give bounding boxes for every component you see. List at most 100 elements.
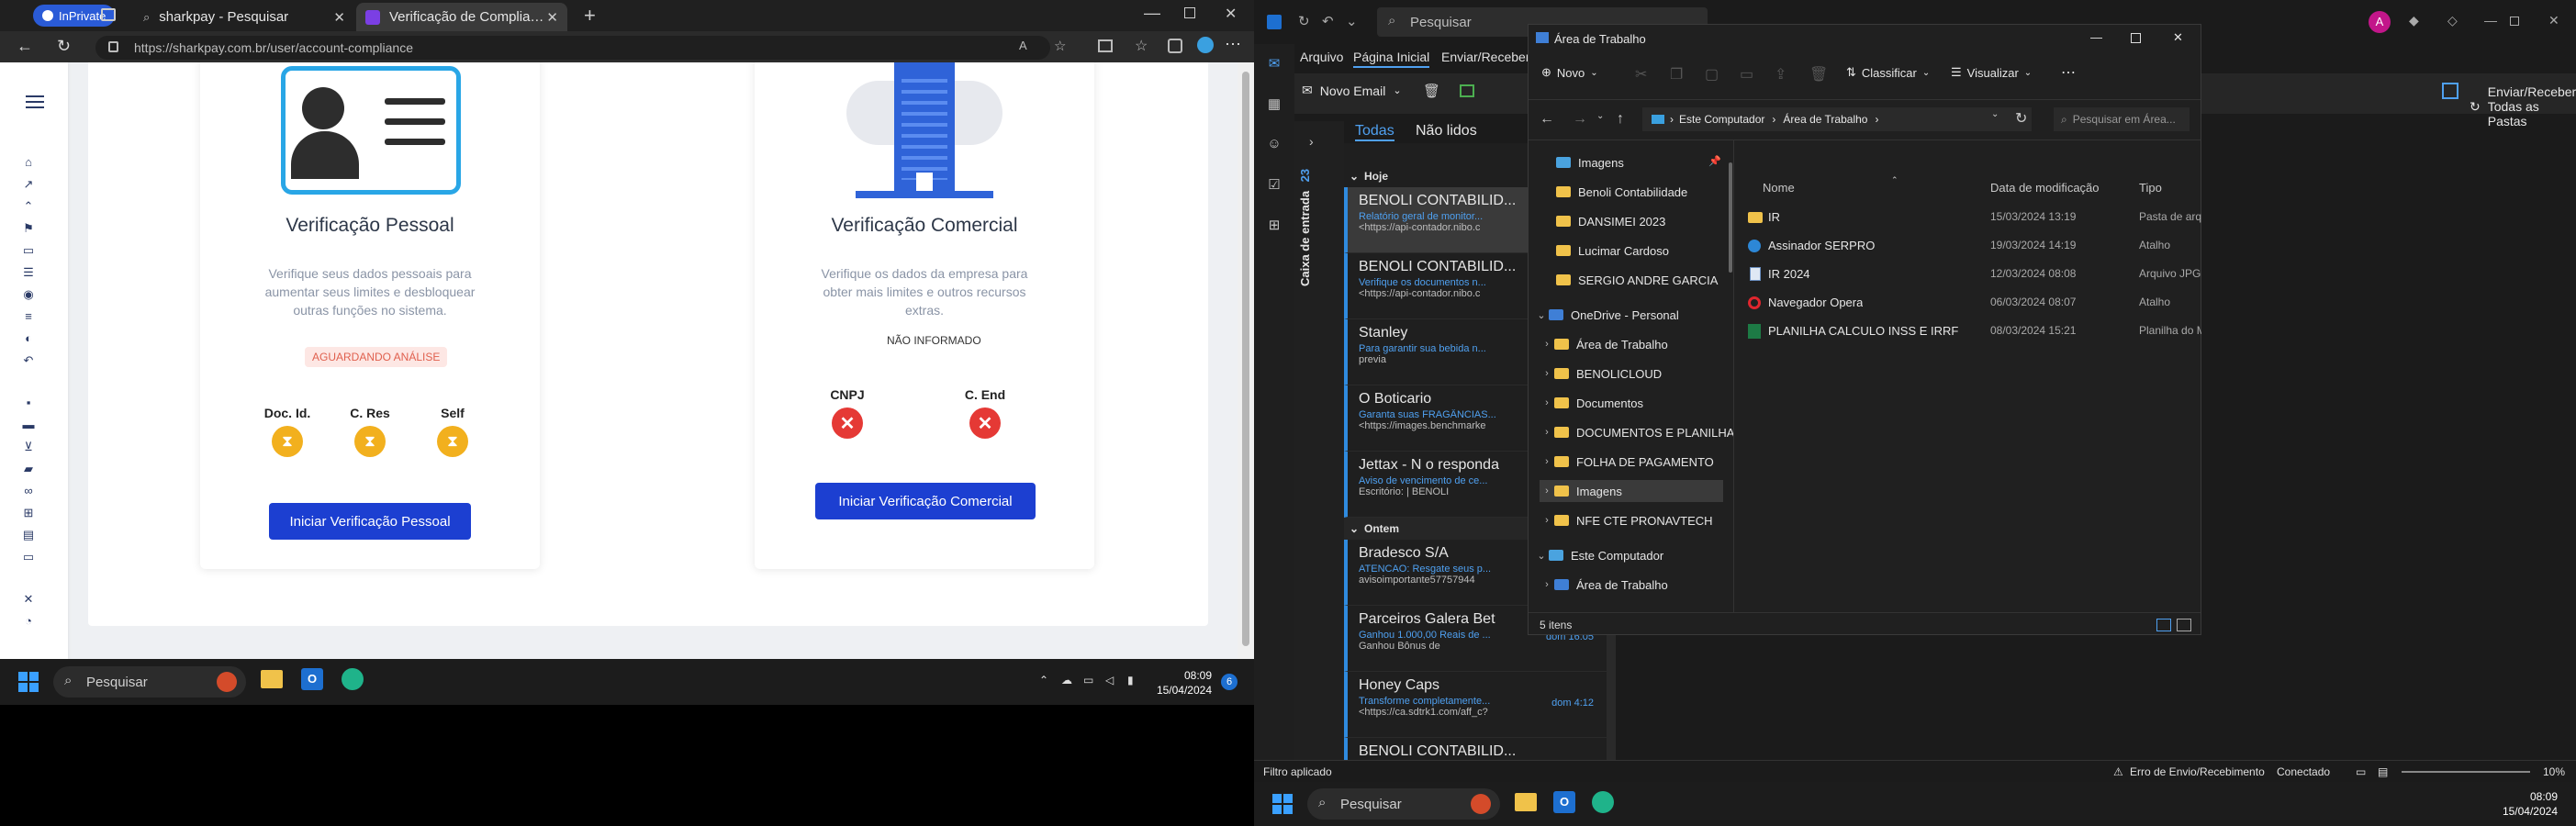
details-view-icon[interactable] [2156,619,2171,631]
globe-icon[interactable]: ◉ [20,286,37,303]
tab-arquivo[interactable]: Arquivo [1300,50,1343,64]
minimize-button[interactable]: — [2090,30,2102,44]
paste-icon[interactable]: ▢ [1705,65,1719,84]
tools-icon[interactable]: ✕ [20,591,37,608]
tree-item[interactable]: › Área de Trabalho [1540,574,1668,596]
column-header-name[interactable]: Nome [1763,181,1795,195]
tree-item[interactable]: SERGIO ANDRE GARCIA [1556,269,1718,291]
store-icon[interactable]: ▬ [20,417,37,433]
tree-item[interactable]: › BENOLICLOUD [1540,363,1662,385]
tab-actions-icon[interactable] [101,8,116,21]
diamond-icon[interactable]: ◆ [2409,13,2419,28]
up-arrow-icon[interactable]: ↑ [1617,111,1624,128]
tab-pagina-inicial[interactable]: Página Inicial [1353,50,1430,68]
copilot-icon[interactable] [1197,37,1214,53]
filter-nao-lidos[interactable]: Não lidos [1416,123,1477,140]
chart-icon[interactable]: ↗ [20,176,37,193]
tree-item[interactable]: Lucimar Cardoso [1556,240,1669,262]
maximize-button[interactable] [1184,7,1195,18]
windows-start-icon[interactable] [1272,794,1293,814]
tree-item[interactable]: Imagens [1556,151,1624,173]
avatar[interactable]: A [2369,11,2391,33]
card-icon[interactable]: ▭ [20,242,37,259]
file-explorer-icon[interactable] [1515,793,1537,811]
send-receive-error[interactable]: Erro de Envio/Recebimento [2130,765,2265,778]
tree-item[interactable]: › DOCUMENTOS E PLANILHAS [1540,421,1733,443]
cloud-icon[interactable]: ☁ [1061,674,1072,686]
copy-icon[interactable]: ❐ [1670,65,1683,84]
pin-icon[interactable]: 📌 [1708,155,1721,167]
outlook-icon[interactable]: O [1553,791,1575,813]
view-normal-icon[interactable]: ▭ [2356,765,2366,778]
expand-chevron-icon[interactable]: › [1309,134,1314,149]
close-icon[interactable]: ✕ [546,9,558,26]
gift-icon[interactable]: ⊞ [20,505,37,521]
battery-icon[interactable]: ▮ [1127,674,1134,686]
start-personal-verification-button[interactable]: Iniciar Verificação Pessoal [269,503,471,540]
wallet-icon[interactable]: ▤ [20,527,37,543]
link-icon[interactable]: ∞ [20,483,37,499]
zoom-slider[interactable] [2402,771,2530,773]
rename-icon[interactable]: ▭ [1740,65,1753,84]
table-row[interactable]: PLANILHA CALCULO INSS E IRRF 08/03/2024 … [1748,318,2201,344]
archive-icon[interactable] [1460,84,1474,97]
delete-icon[interactable]: 🗑 [1809,65,1828,84]
network-icon[interactable]: ▭ [1083,674,1093,686]
back-arrow-icon[interactable]: ← [1540,111,1554,128]
volume-icon[interactable]: ◁ [1105,674,1114,686]
tree-item[interactable]: › Documentos [1540,392,1643,414]
filter-todas[interactable]: Todas [1355,123,1394,141]
refresh-icon[interactable]: ↻ [2015,109,2027,128]
apps-icon[interactable]: ⊞ [1265,217,1283,235]
outlook-icon[interactable]: O [301,668,323,690]
database-icon[interactable]: ≡ [20,308,37,325]
gem-icon[interactable]: ◇ [2447,13,2458,28]
tree-item[interactable]: › FOLHA DE PAGAMENTO [1540,451,1714,473]
explorer-search-input[interactable]: ⌕ Pesquisar em Área... [2054,107,2190,131]
tray-chevron-icon[interactable]: ⌃ [1039,674,1048,686]
layout-icon[interactable] [2442,83,2458,99]
close-window-button[interactable]: ✕ [2548,13,2559,28]
column-header-type[interactable]: Tipo [2139,181,2162,195]
breadcrumb-item[interactable]: Este Computador [1679,113,1764,126]
tiles-view-icon[interactable] [2177,619,2191,631]
taskbar-clock[interactable]: 08:09 15/04/2024 [2493,789,2558,819]
undo-icon[interactable]: ↶ [20,352,37,369]
url-field[interactable]: https://sharkpay.com.br/user/account-com… [95,36,1050,60]
back-arrow-icon[interactable]: ← [17,37,33,56]
cut-icon[interactable]: ✂ [1635,65,1647,84]
tree-scrollbar[interactable] [1729,162,1732,273]
minimize-button[interactable]: — [1144,4,1160,23]
table-row[interactable]: IR 2024 12/03/2024 08:08 Arquivo JPG [1748,262,2201,287]
sync-icon[interactable]: ↻ [1298,13,1310,29]
folder-label[interactable]: Caixa de entrada 23 [1298,169,1312,286]
send-receive-all-button[interactable]: ↻ Enviar/Receber Todas as Pastas [2470,84,2576,128]
split-screen-icon[interactable] [1098,39,1113,52]
list-item[interactable]: Honey Caps Transforme completamente... <… [1344,672,1607,738]
maximize-button[interactable] [2131,33,2141,43]
collections-icon[interactable] [1168,39,1182,53]
page-scrollbar[interactable] [1238,62,1254,659]
tab-sharkpay-search[interactable]: ⌕ sharkpay - Pesquisar ✕ [134,3,354,31]
recent-chevron-icon[interactable]: ⌄ [1596,111,1604,121]
read-aloud-icon[interactable]: A [1019,39,1027,52]
new-tab-button[interactable]: + [584,4,596,28]
maximize-button[interactable] [2510,17,2519,26]
minimize-button[interactable]: — [2484,13,2497,28]
tree-item[interactable]: Benoli Contabilidade [1556,181,1687,203]
breadcrumb-item[interactable]: Área de Trabalho [1783,113,1867,126]
taskbar-search[interactable]: ⌕ Pesquisar [53,666,246,698]
favorite-star-icon[interactable]: ☆ [1054,38,1066,54]
breadcrumb[interactable]: › Este Computador › Área de Trabalho › [1642,107,2032,131]
forward-arrow-icon[interactable]: → [1573,111,1587,128]
support-icon[interactable]: ◔ [20,613,37,630]
more-icon[interactable]: ⋯ [1225,35,1241,54]
column-header-date[interactable]: Data de modificação [1990,181,2100,195]
table-row[interactable]: Navegador Opera 06/03/2024 08:07 Atalho [1748,290,2201,316]
windows-start-icon[interactable] [18,672,39,692]
table-row[interactable]: IR 15/03/2024 13:19 Pasta de arqu [1748,205,2201,230]
edge-icon[interactable] [1592,791,1614,813]
share-icon[interactable]: ⇪ [1775,65,1786,84]
new-button[interactable]: ⊕ Novo ⌄ [1541,65,1598,80]
close-icon[interactable]: ✕ [333,9,345,26]
